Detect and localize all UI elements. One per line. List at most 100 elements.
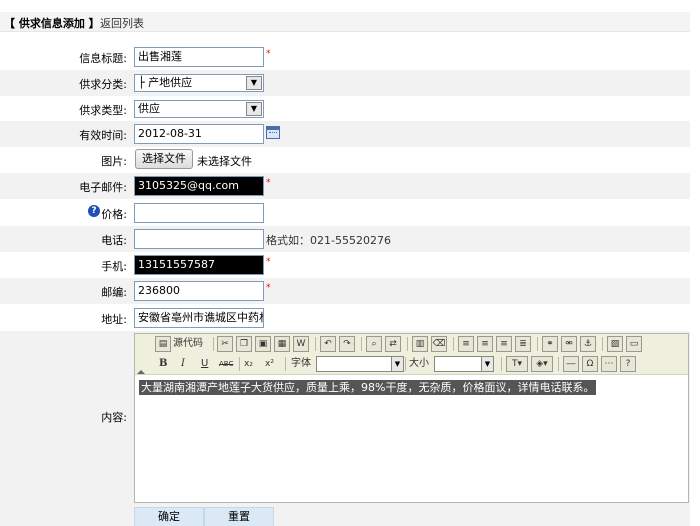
underline-button[interactable]: U	[201, 356, 208, 372]
toolbar-separator	[315, 337, 316, 351]
row-category: 供求分类: ├ 产地供应 ▼	[0, 70, 690, 96]
type-selected: 供应	[138, 102, 160, 115]
anchor-icon[interactable]: ⚓	[580, 336, 596, 352]
required-mark: *	[266, 257, 271, 267]
align-justify-icon[interactable]: ≣	[515, 336, 531, 352]
superscript-button[interactable]: x²	[265, 356, 274, 372]
copy-icon[interactable]: ❐	[236, 336, 252, 352]
price-input[interactable]	[134, 203, 264, 223]
italic-button[interactable]: I	[181, 356, 185, 372]
page-break-icon[interactable]: ⋯	[601, 356, 617, 372]
subscript-button[interactable]: x₂	[244, 356, 253, 372]
required-mark: *	[266, 49, 271, 59]
maximize-icon[interactable]: ▭	[626, 336, 642, 352]
mobile-input[interactable]: 13151557587	[134, 255, 264, 275]
file-status: 未选择文件	[197, 155, 252, 168]
submit-button[interactable]: 确定	[134, 507, 204, 526]
select-all-icon[interactable]: ▥	[412, 336, 428, 352]
font-size-select[interactable]: ▼	[434, 356, 494, 372]
zipcode-input[interactable]: 236800	[134, 281, 264, 301]
address-input[interactable]: 安徽省亳州市谯城区中药材	[134, 308, 264, 328]
chevron-down-icon: ▼	[246, 76, 262, 90]
type-label: 供求类型:	[79, 104, 127, 117]
page-title: 【 供求信息添加 】	[4, 17, 100, 30]
phone-label: 电话:	[101, 234, 127, 247]
help-icon[interactable]: ?	[88, 205, 100, 217]
align-right-icon[interactable]: ≡	[496, 336, 512, 352]
reset-button[interactable]: 重置	[204, 507, 274, 526]
title-label: 信息标题:	[79, 52, 127, 65]
form-footer: 确定 重置	[0, 503, 690, 526]
row-mobile: 手机: 13151557587 *	[0, 252, 690, 278]
remove-format-icon[interactable]: ⌫	[431, 336, 447, 352]
toolbar-separator	[501, 357, 502, 371]
horizontal-rule-icon[interactable]: ―	[563, 356, 579, 372]
redo-icon[interactable]: ↷	[339, 336, 355, 352]
category-selected: ├ 产地供应	[138, 76, 193, 89]
replace-icon[interactable]: ⇄	[385, 336, 401, 352]
align-center-icon[interactable]: ≡	[477, 336, 493, 352]
valid-time-input[interactable]: 2012-08-31	[134, 124, 264, 144]
font-family-select[interactable]: ▼	[316, 356, 404, 372]
toolbar-separator	[453, 337, 454, 351]
row-address: 地址: 安徽省亳州市谯城区中药材	[0, 305, 690, 331]
editor-content-text: 大量湖南湘潭产地莲子大货供应，质量上乘，98%干度，无杂质，价格面议，详情电话联…	[139, 380, 597, 395]
row-zipcode: 邮编: 236800 *	[0, 278, 690, 304]
bold-button[interactable]: B	[159, 356, 167, 372]
align-left-icon[interactable]: ≡	[458, 336, 474, 352]
phone-input[interactable]	[134, 229, 264, 249]
row-phone: 电话: 格式如：021-55520276	[0, 226, 690, 252]
paste-icon[interactable]: ▣	[255, 336, 271, 352]
unlink-icon[interactable]: ⚮	[561, 336, 577, 352]
zipcode-label: 邮编:	[101, 286, 127, 299]
image-icon[interactable]: ▨	[607, 336, 623, 352]
content-label: 内容:	[101, 411, 127, 424]
undo-icon[interactable]: ↶	[320, 336, 336, 352]
paste-text-icon[interactable]: ▦	[274, 336, 290, 352]
valid-time-label: 有效时间:	[79, 129, 127, 142]
collapse-toolbar-icon[interactable]	[137, 370, 145, 374]
link-icon[interactable]: ⚭	[542, 336, 558, 352]
toolbar-separator	[602, 337, 603, 351]
toolbar-separator	[239, 357, 240, 371]
required-mark: *	[266, 178, 271, 188]
page-header: 【 供求信息添加 】 返回列表	[0, 0, 690, 36]
find-icon[interactable]: ⌕	[366, 336, 382, 352]
editor-toolbar: ▤ 源代码 ✂ ❐ ▣ ▦ W ↶ ↷ ⌕ ⇄ ▥ ⌫ ≡ ≡ ≡ ≣ ⚭ ⚮ …	[135, 334, 688, 375]
row-title: 信息标题: 出售湘莲 *	[0, 44, 690, 70]
image-label: 图片:	[101, 155, 127, 168]
cut-icon[interactable]: ✂	[217, 336, 233, 352]
email-field[interactable]: 3105325@qq.com	[134, 176, 264, 196]
toolbar-separator	[285, 357, 286, 371]
editor-content-area[interactable]: 大量湖南湘潭产地莲子大货供应，质量上乘，98%干度，无杂质，价格面议，详情电话联…	[139, 379, 597, 395]
category-label: 供求分类:	[79, 78, 127, 91]
rich-text-editor: ▤ 源代码 ✂ ❐ ▣ ▦ W ↶ ↷ ⌕ ⇄ ▥ ⌫ ≡ ≡ ≡ ≣ ⚭ ⚮ …	[134, 333, 689, 503]
size-label: 大小	[409, 358, 429, 369]
source-code-icon[interactable]: ▤	[155, 336, 171, 352]
type-select[interactable]: 供应 ▼	[134, 100, 264, 118]
calendar-icon[interactable]	[266, 126, 280, 139]
row-price: ? 价格:	[0, 200, 690, 226]
row-valid-time: 有效时间: 2012-08-31	[0, 121, 690, 147]
title-input[interactable]: 出售湘莲	[134, 47, 264, 67]
address-label: 地址:	[101, 313, 127, 326]
text-color-icon[interactable]: T▾	[506, 356, 528, 372]
background-color-icon[interactable]: ◈▾	[531, 356, 553, 372]
strikethrough-button[interactable]: ABC	[219, 356, 233, 372]
special-char-icon[interactable]: Ω	[582, 356, 598, 372]
choose-file-button[interactable]: 选择文件	[135, 149, 193, 169]
font-label: 字体	[291, 358, 311, 369]
row-image: 图片: 选择文件 未选择文件	[0, 147, 690, 173]
chevron-down-icon: ▼	[391, 357, 403, 371]
category-select[interactable]: ├ 产地供应 ▼	[134, 74, 264, 92]
source-code-button[interactable]: 源代码	[173, 336, 203, 352]
paste-word-icon[interactable]: W	[293, 336, 309, 352]
back-to-list-link[interactable]: 返回列表	[100, 15, 144, 31]
chevron-down-icon: ▼	[246, 102, 262, 116]
toolbar-separator	[213, 337, 214, 351]
required-mark: *	[266, 283, 271, 293]
toolbar-row-1: ▤ 源代码 ✂ ❐ ▣ ▦ W ↶ ↷ ⌕ ⇄ ▥ ⌫ ≡ ≡ ≡ ≣ ⚭ ⚮ …	[135, 334, 688, 354]
toolbar-separator	[405, 357, 406, 371]
help-icon[interactable]: ?	[620, 356, 636, 372]
toolbar-separator	[361, 337, 362, 351]
